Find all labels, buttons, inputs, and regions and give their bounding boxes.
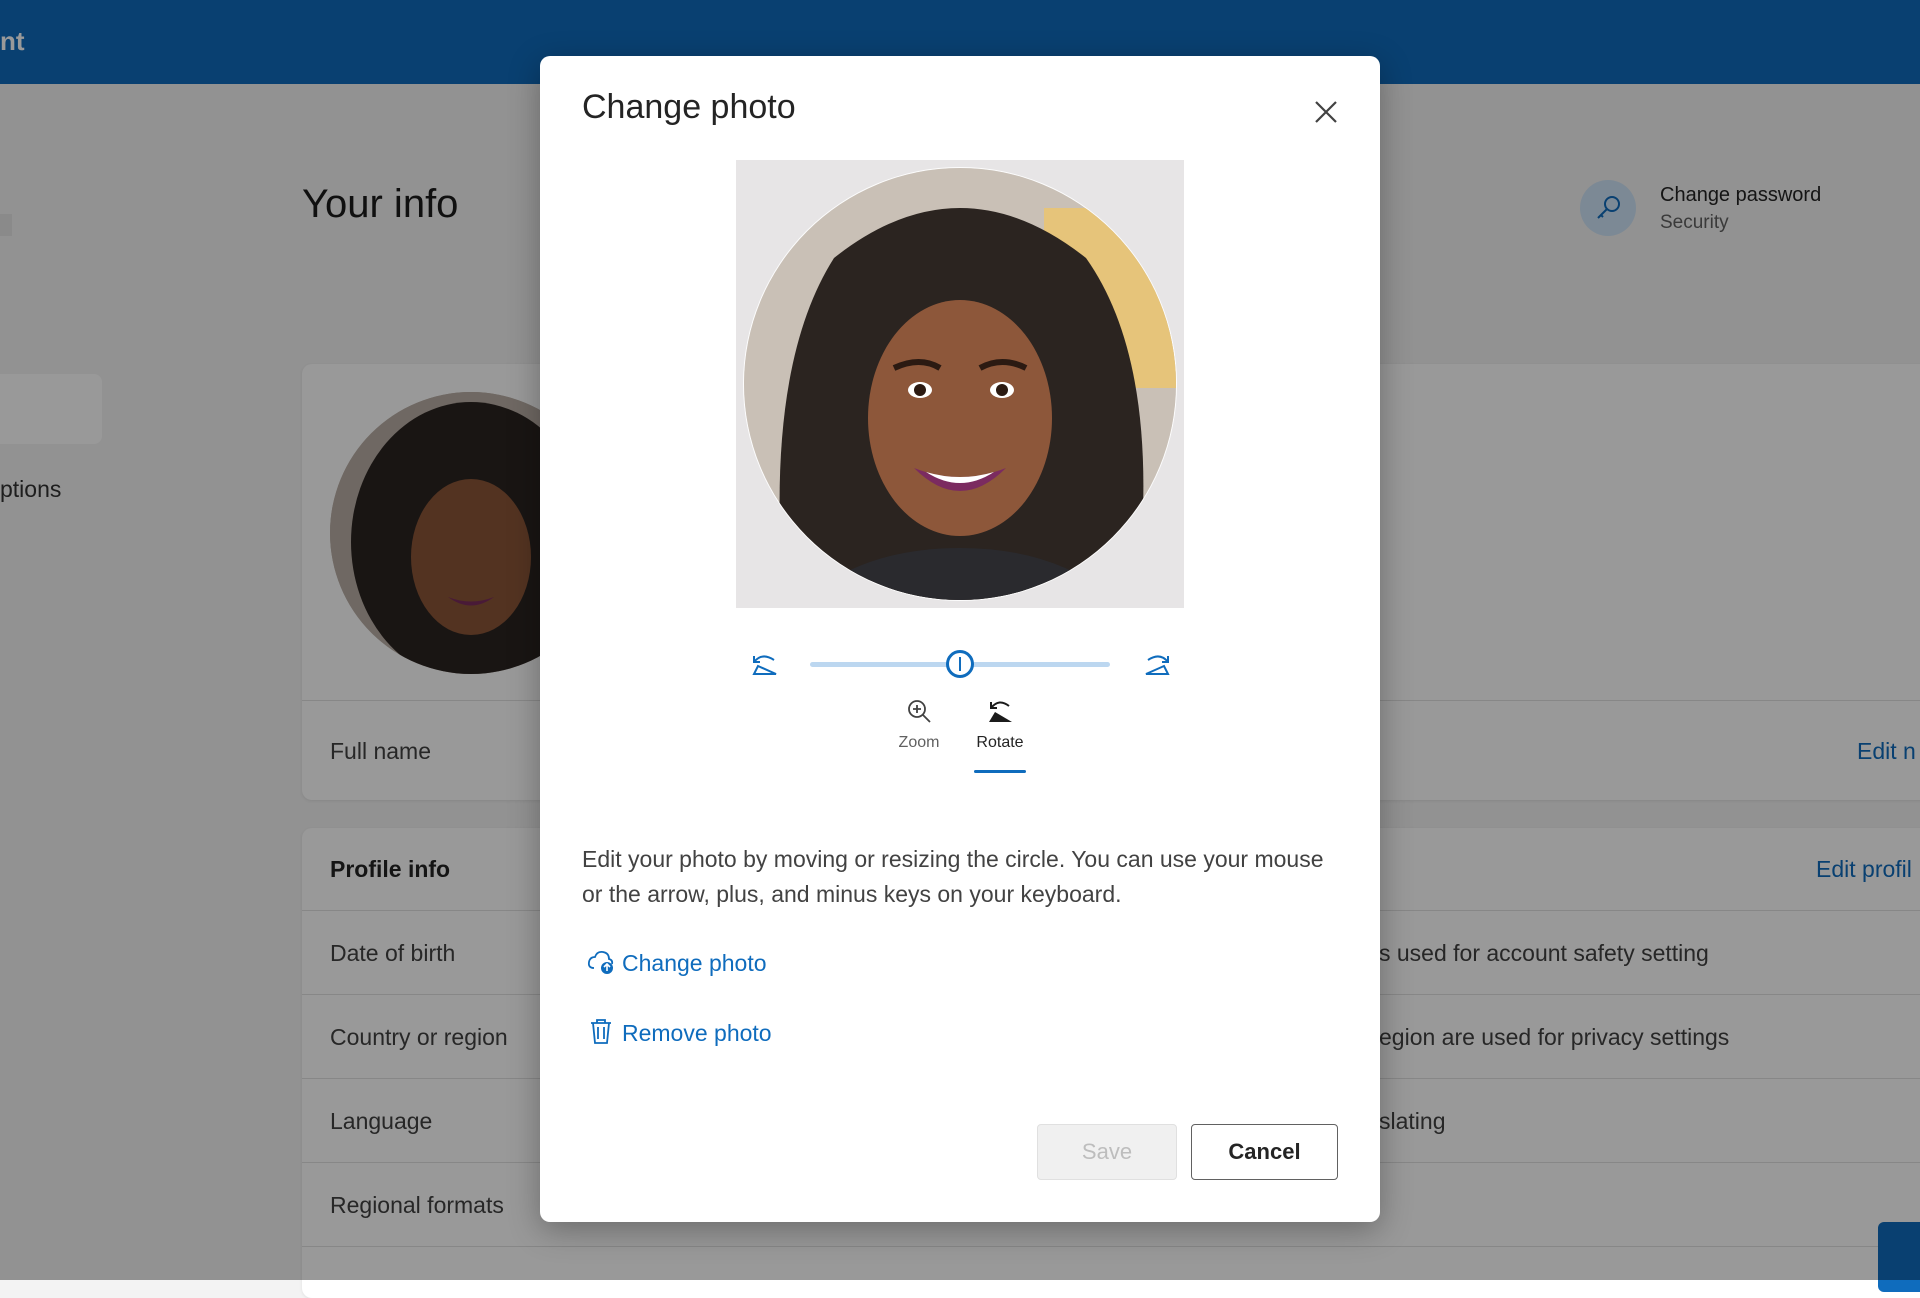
trash-icon — [586, 1016, 616, 1051]
rotate-right-icon[interactable] — [1140, 648, 1174, 682]
change-photo-dialog: Change photo Zoom Rotate Edit your photo… — [540, 56, 1380, 1222]
remove-photo-label: Remove photo — [622, 1019, 772, 1046]
remove-photo-button[interactable]: Remove photo — [586, 1016, 772, 1050]
tab-zoom-label: Zoom — [898, 734, 940, 751]
tab-rotate-label: Rotate — [976, 734, 1024, 751]
dialog-title: Change photo — [582, 88, 796, 126]
cloud-upload-icon — [586, 946, 616, 981]
save-button[interactable]: Save — [1037, 1124, 1177, 1180]
tab-zoom[interactable]: Zoom — [884, 694, 954, 774]
change-photo-label: Change photo — [622, 949, 767, 976]
zoom-in-icon — [884, 694, 954, 728]
change-photo-button[interactable]: Change photo — [586, 946, 767, 980]
help-text: Edit your photo by moving or resizing th… — [582, 846, 1324, 907]
photo-crop-area[interactable] — [736, 160, 1184, 608]
crop-circle[interactable] — [744, 168, 1176, 600]
tab-active-indicator — [974, 770, 1026, 773]
tab-rotate[interactable]: Rotate — [965, 694, 1035, 774]
cancel-button[interactable]: Cancel — [1191, 1124, 1338, 1180]
rotate-slider-thumb[interactable] — [946, 650, 974, 678]
close-icon[interactable] — [1304, 90, 1348, 134]
rotate-icon — [965, 694, 1035, 728]
profile-photo — [744, 168, 1176, 600]
rotate-left-icon[interactable] — [748, 648, 782, 682]
